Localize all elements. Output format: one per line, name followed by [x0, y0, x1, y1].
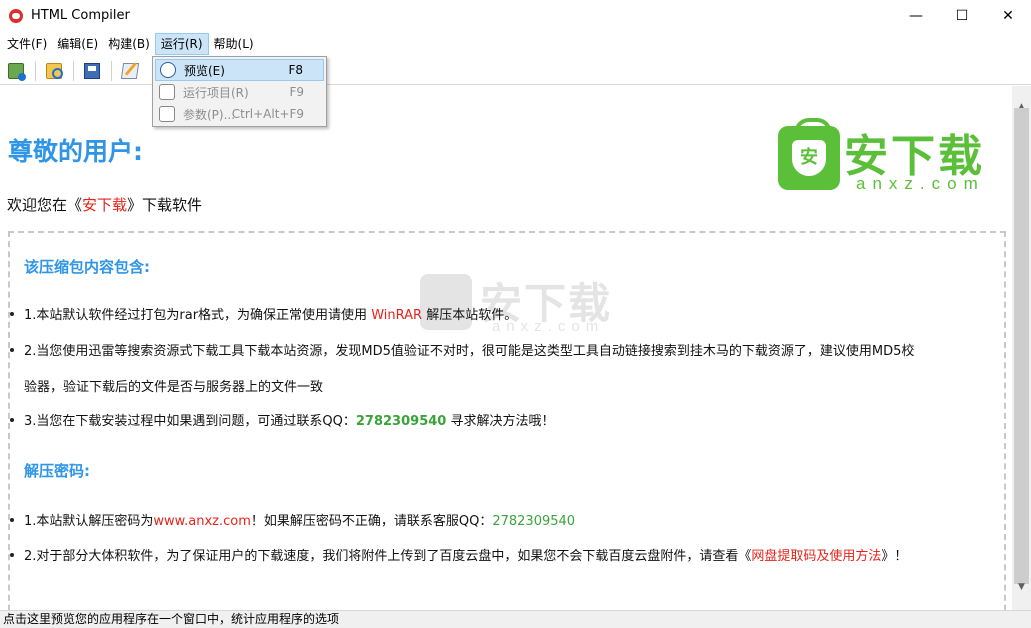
window-controls: — ☐ ✕ [893, 0, 1031, 31]
menu-item-shortcut: F8 [288, 63, 303, 77]
preview-pane: 尊敬的用户: 欢迎您在《安下载》下载软件 安 安下载 anxz.com 安下载 … [0, 86, 1012, 610]
bullet-icon [10, 518, 14, 522]
welcome-text: 欢迎您在《安下载》下载软件 [7, 194, 202, 215]
run-project-icon [159, 84, 175, 100]
item-text: 寻求解决方法哦！ [446, 414, 555, 429]
open-button[interactable] [42, 60, 66, 82]
toolbar-separator [35, 60, 36, 81]
list-item-continued: 验器，验证下载后的文件是否与服务器上的文件一致 [24, 380, 324, 395]
list-item: 2.当您使用迅雷等搜索资源式下载工具下载本站资源，发现MD5值验证不对时，很可能… [24, 344, 915, 359]
close-button[interactable]: ✕ [985, 0, 1031, 31]
menu-item-shortcut: Ctrl+Alt+F9 [231, 107, 304, 121]
list-item: 1.本站默认软件经过打包为rar格式，为确保正常使用请使用 WinRAR 解压本… [24, 304, 517, 323]
shopping-bag-icon: 安 [778, 118, 840, 190]
item-text: 解压本站软件。 [422, 308, 518, 323]
item-text: 》！ [881, 549, 908, 564]
bullet-icon [10, 348, 14, 352]
parameters-icon [159, 106, 175, 122]
menu-edit[interactable]: 编辑(E) [52, 33, 103, 55]
menu-item-label: 运行项目(R) [183, 85, 249, 100]
menu-item-label: 参数(P)... [183, 107, 236, 122]
netdisk-guide-link[interactable]: 网盘提取码及使用方法 [751, 549, 881, 564]
greeting-heading: 尊敬的用户: [8, 137, 143, 166]
list-item: 1.本站默认解压密码为www.anxz.com！如果解压密码不正确，请联系客服Q… [24, 510, 575, 529]
welcome-site-link[interactable]: 安下载 [82, 196, 127, 214]
welcome-post: 》下载软件 [127, 196, 203, 214]
menu-bar: 文件(F) 编辑(E) 构建(B) 运行(R) 帮助(L) [0, 32, 1031, 56]
menu-item-parameters[interactable]: 参数(P)... Ctrl+Alt+F9 [155, 103, 324, 125]
item-text: 2.对于部分大体积软件，为了保证用户的下载速度，我们将附件上传到了百度云盘中，如… [24, 549, 752, 564]
scroll-thumb[interactable] [1014, 108, 1029, 584]
title-bar: HTML Compiler — ☐ ✕ [0, 0, 1031, 31]
menu-item-run-project[interactable]: 运行项目(R) F9 [155, 81, 324, 103]
item-text: 3.当您在下载安装过程中如果遇到问题，可通过联系QQ： [24, 414, 356, 429]
app-icon [9, 8, 23, 23]
save-icon [84, 62, 100, 79]
run-menu-dropdown: 预览(E) F8 运行项目(R) F9 参数(P)... Ctrl+Alt+F9 [152, 56, 327, 127]
save-button[interactable] [80, 60, 104, 82]
menu-build[interactable]: 构建(B) [103, 33, 155, 55]
menu-help[interactable]: 帮助(L) [209, 33, 259, 55]
list-item: 3.当您在下载安装过程中如果遇到问题，可通过联系QQ：2782309540 寻求… [24, 410, 554, 429]
logo-text-en: anxz.com [856, 174, 985, 193]
maximize-button[interactable]: ☐ [939, 0, 985, 31]
section-title-contents: 该压缩包内容包含: [24, 258, 150, 276]
bullet-icon [10, 418, 14, 422]
menu-item-preview[interactable]: 预览(E) F8 [155, 59, 324, 81]
bullet-icon [10, 553, 14, 557]
preview-icon [160, 62, 176, 78]
logo-badge: 安 [792, 140, 826, 176]
bullet-icon [10, 312, 14, 316]
minimize-button[interactable]: — [893, 0, 939, 31]
item-text: 1.本站默认解压密码为 [24, 514, 154, 529]
qq-number: 2782309540 [492, 514, 576, 529]
edit-icon [120, 62, 140, 79]
section-title-password: 解压密码: [24, 462, 90, 480]
password-link[interactable]: www.anxz.com [153, 514, 250, 529]
status-bar: 点击这里预览您的应用程序在一个窗口中，统计应用程序的选项 [0, 610, 1031, 628]
toolbar-separator [73, 60, 74, 81]
anxz-logo: 安 安下载 anxz.com [778, 118, 1008, 193]
item-text: 1.本站默认软件经过打包为rar格式，为确保正常使用请使用 [24, 308, 372, 323]
edit-button[interactable] [118, 60, 142, 82]
menu-item-shortcut: F9 [289, 85, 304, 99]
scroll-down-icon[interactable]: ▼ [1012, 578, 1031, 595]
menu-run[interactable]: 运行(R) [154, 33, 209, 55]
new-project-button[interactable] [4, 60, 28, 82]
toolbar-separator [111, 60, 112, 81]
vertical-scrollbar[interactable]: ▲ ▼ [1012, 86, 1031, 610]
item-text: ！如果解压密码不正确，请联系客服QQ： [250, 514, 493, 529]
window-title: HTML Compiler [31, 8, 130, 23]
open-icon [46, 62, 63, 79]
qq-number: 2782309540 [355, 414, 447, 429]
new-project-icon [8, 62, 26, 81]
menu-file[interactable]: 文件(F) [2, 33, 52, 55]
winrar-link[interactable]: WinRAR [371, 308, 422, 323]
list-item: 2.对于部分大体积软件，为了保证用户的下载速度，我们将附件上传到了百度云盘中，如… [24, 545, 907, 564]
welcome-pre: 欢迎您在《 [7, 196, 83, 214]
menu-item-label: 预览(E) [184, 63, 225, 78]
